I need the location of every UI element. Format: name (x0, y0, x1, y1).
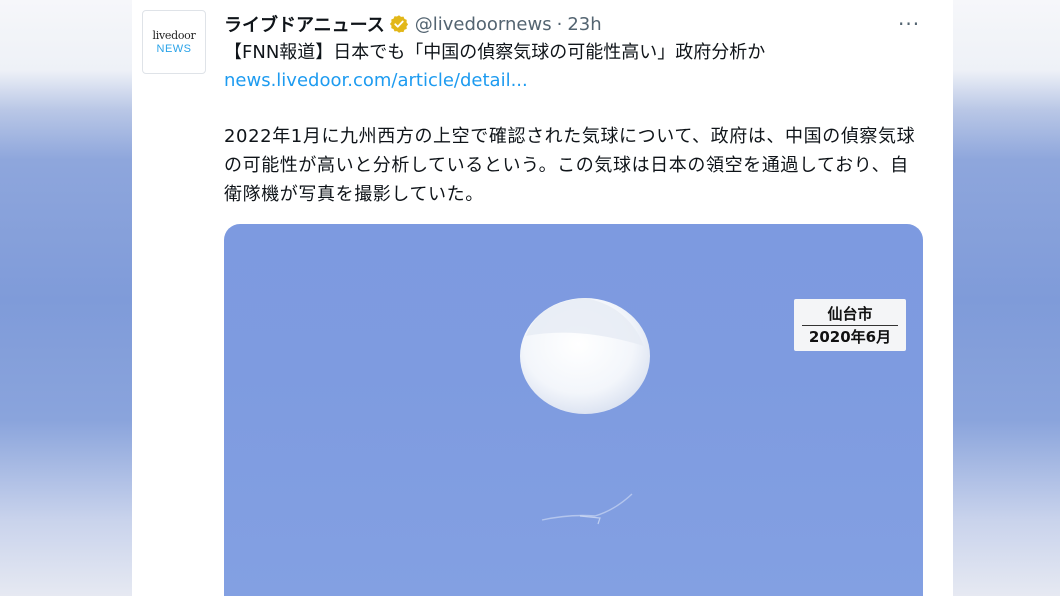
more-options-icon[interactable]: ··· (898, 11, 920, 37)
timestamp[interactable]: 23h (567, 14, 601, 35)
caption-divider (802, 324, 898, 326)
balloon-image (520, 298, 650, 414)
background-right (953, 0, 1060, 596)
background-left (0, 0, 132, 596)
avatar-logo-line2: NEWS (156, 43, 192, 55)
display-name[interactable]: ライブドアニュース (224, 11, 385, 37)
separator-dot: · (556, 13, 563, 35)
avatar[interactable]: livedoor NEWS (142, 10, 206, 74)
image-caption-box: 仙台市 2020年6月 (794, 299, 906, 351)
tweet-card[interactable]: livedoor NEWS ライブドアニュース @livedoornews · … (132, 0, 953, 596)
verified-badge-icon (389, 15, 408, 33)
article-link[interactable]: news.livedoor.com/article/detail... (224, 68, 528, 94)
tweet-headline: 【FNN報道】日本でも「中国の偵察気球の可能性高い」政府分析か (224, 42, 766, 63)
balloon-payload-image (541, 493, 633, 525)
caption-date: 2020年6月 (808, 327, 892, 346)
tweet-header: ライブドアニュース @livedoornews · 23h (224, 11, 602, 37)
user-handle[interactable]: @livedoornews (415, 14, 552, 35)
tweet-image[interactable]: 仙台市 2020年6月 (224, 224, 923, 596)
caption-place: 仙台市 (827, 304, 873, 323)
tweet-body: 2022年1月に九州西方の上空で確認された気球について、政府は、中国の偵察気球の… (224, 126, 916, 205)
avatar-logo-line1: livedoor (152, 29, 196, 42)
